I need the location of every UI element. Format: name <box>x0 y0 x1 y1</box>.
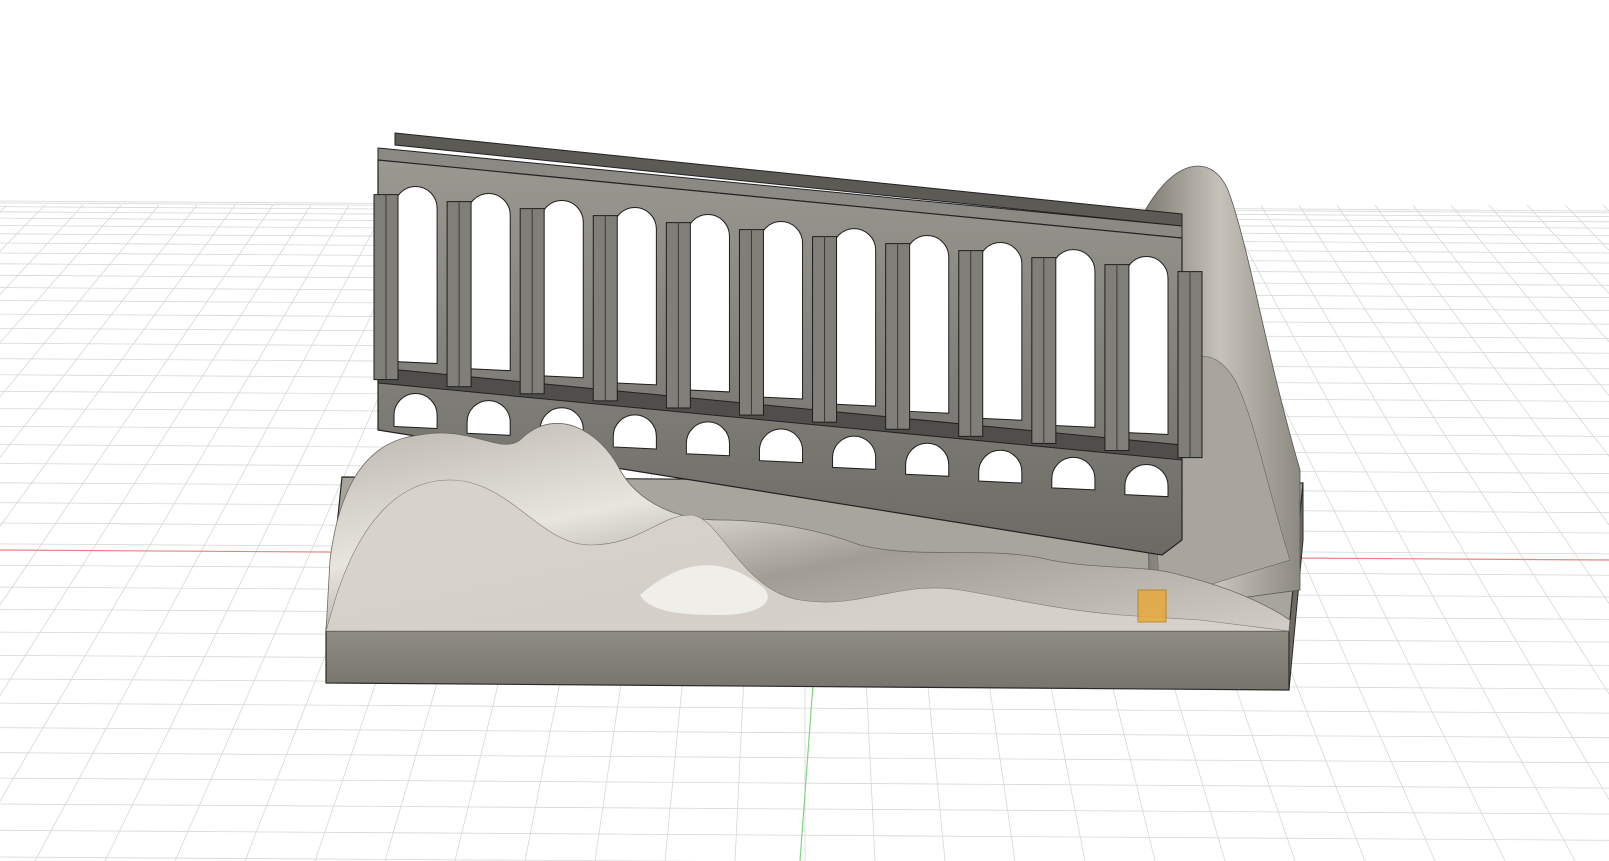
grid-line <box>0 727 1609 739</box>
upper-arch-opening <box>466 193 511 372</box>
grid-line <box>0 204 198 459</box>
upper-arch-opening <box>758 221 804 400</box>
viewport-canvas[interactable] <box>0 0 1609 861</box>
upper-arch-opening <box>393 186 438 365</box>
upper-arch-opening <box>1124 256 1169 435</box>
aqueduct-model[interactable] <box>325 132 1304 691</box>
upper-arch-opening <box>1051 249 1096 428</box>
upper-arch-opening <box>978 242 1023 421</box>
grid-line <box>0 829 1609 841</box>
grid-line <box>0 204 312 697</box>
grid-line <box>0 204 84 296</box>
upper-arch-opening <box>832 228 877 407</box>
base-plate-front[interactable] <box>325 630 1290 691</box>
grid-line <box>0 204 274 606</box>
upper-arch-opening <box>685 214 730 393</box>
grid-line <box>0 752 1609 764</box>
grid-line <box>0 204 350 803</box>
grid-line <box>0 856 708 861</box>
grid-line <box>0 204 160 398</box>
grid-line <box>0 777 1609 789</box>
grid-line <box>0 204 8 213</box>
3d-viewport[interactable] <box>0 0 1609 861</box>
upper-arch-opening <box>539 200 584 379</box>
upper-arch-opening <box>905 235 950 414</box>
selected-face-marker[interactable] <box>1137 589 1167 623</box>
upper-arch-opening <box>612 207 657 386</box>
grid-line <box>0 204 236 527</box>
